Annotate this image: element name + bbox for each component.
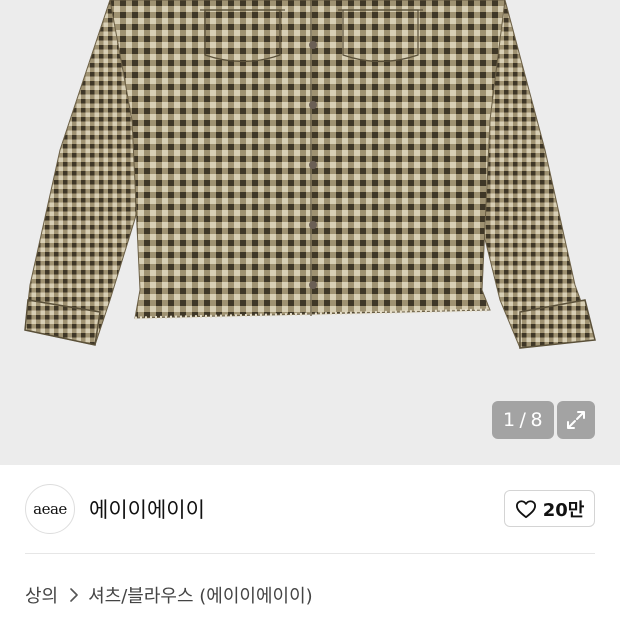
expand-arrows-icon (567, 411, 585, 429)
breadcrumb: 상의 셔츠/블라우스 (에이이에이이) (25, 582, 313, 608)
heart-outline-icon (515, 499, 536, 518)
image-counter-total: 8 (530, 409, 544, 431)
like-button[interactable]: 20만 (504, 490, 595, 527)
breadcrumb-item-category[interactable]: 상의 (25, 582, 58, 608)
product-image-gallery[interactable]: 1 / 8 (0, 0, 620, 465)
chevron-right-icon (69, 588, 79, 602)
brand-row: aeae 에이이에이이 20만 (0, 465, 620, 555)
like-count: 20만 (542, 499, 585, 521)
brand-logo-text: aeae (33, 500, 67, 518)
image-counter-current: 1 (502, 409, 516, 431)
expand-image-button[interactable] (557, 401, 595, 439)
image-counter: 1 / 8 (492, 401, 554, 439)
section-divider (25, 553, 595, 554)
breadcrumb-item-subcategory[interactable]: 셔츠/블라우스 (에이이에이이) (88, 582, 313, 608)
brand-logo[interactable]: aeae (25, 484, 75, 534)
product-photo[interactable] (0, 0, 620, 465)
brand-name[interactable]: 에이이에이이 (89, 494, 205, 524)
image-counter-separator: / (519, 409, 527, 431)
